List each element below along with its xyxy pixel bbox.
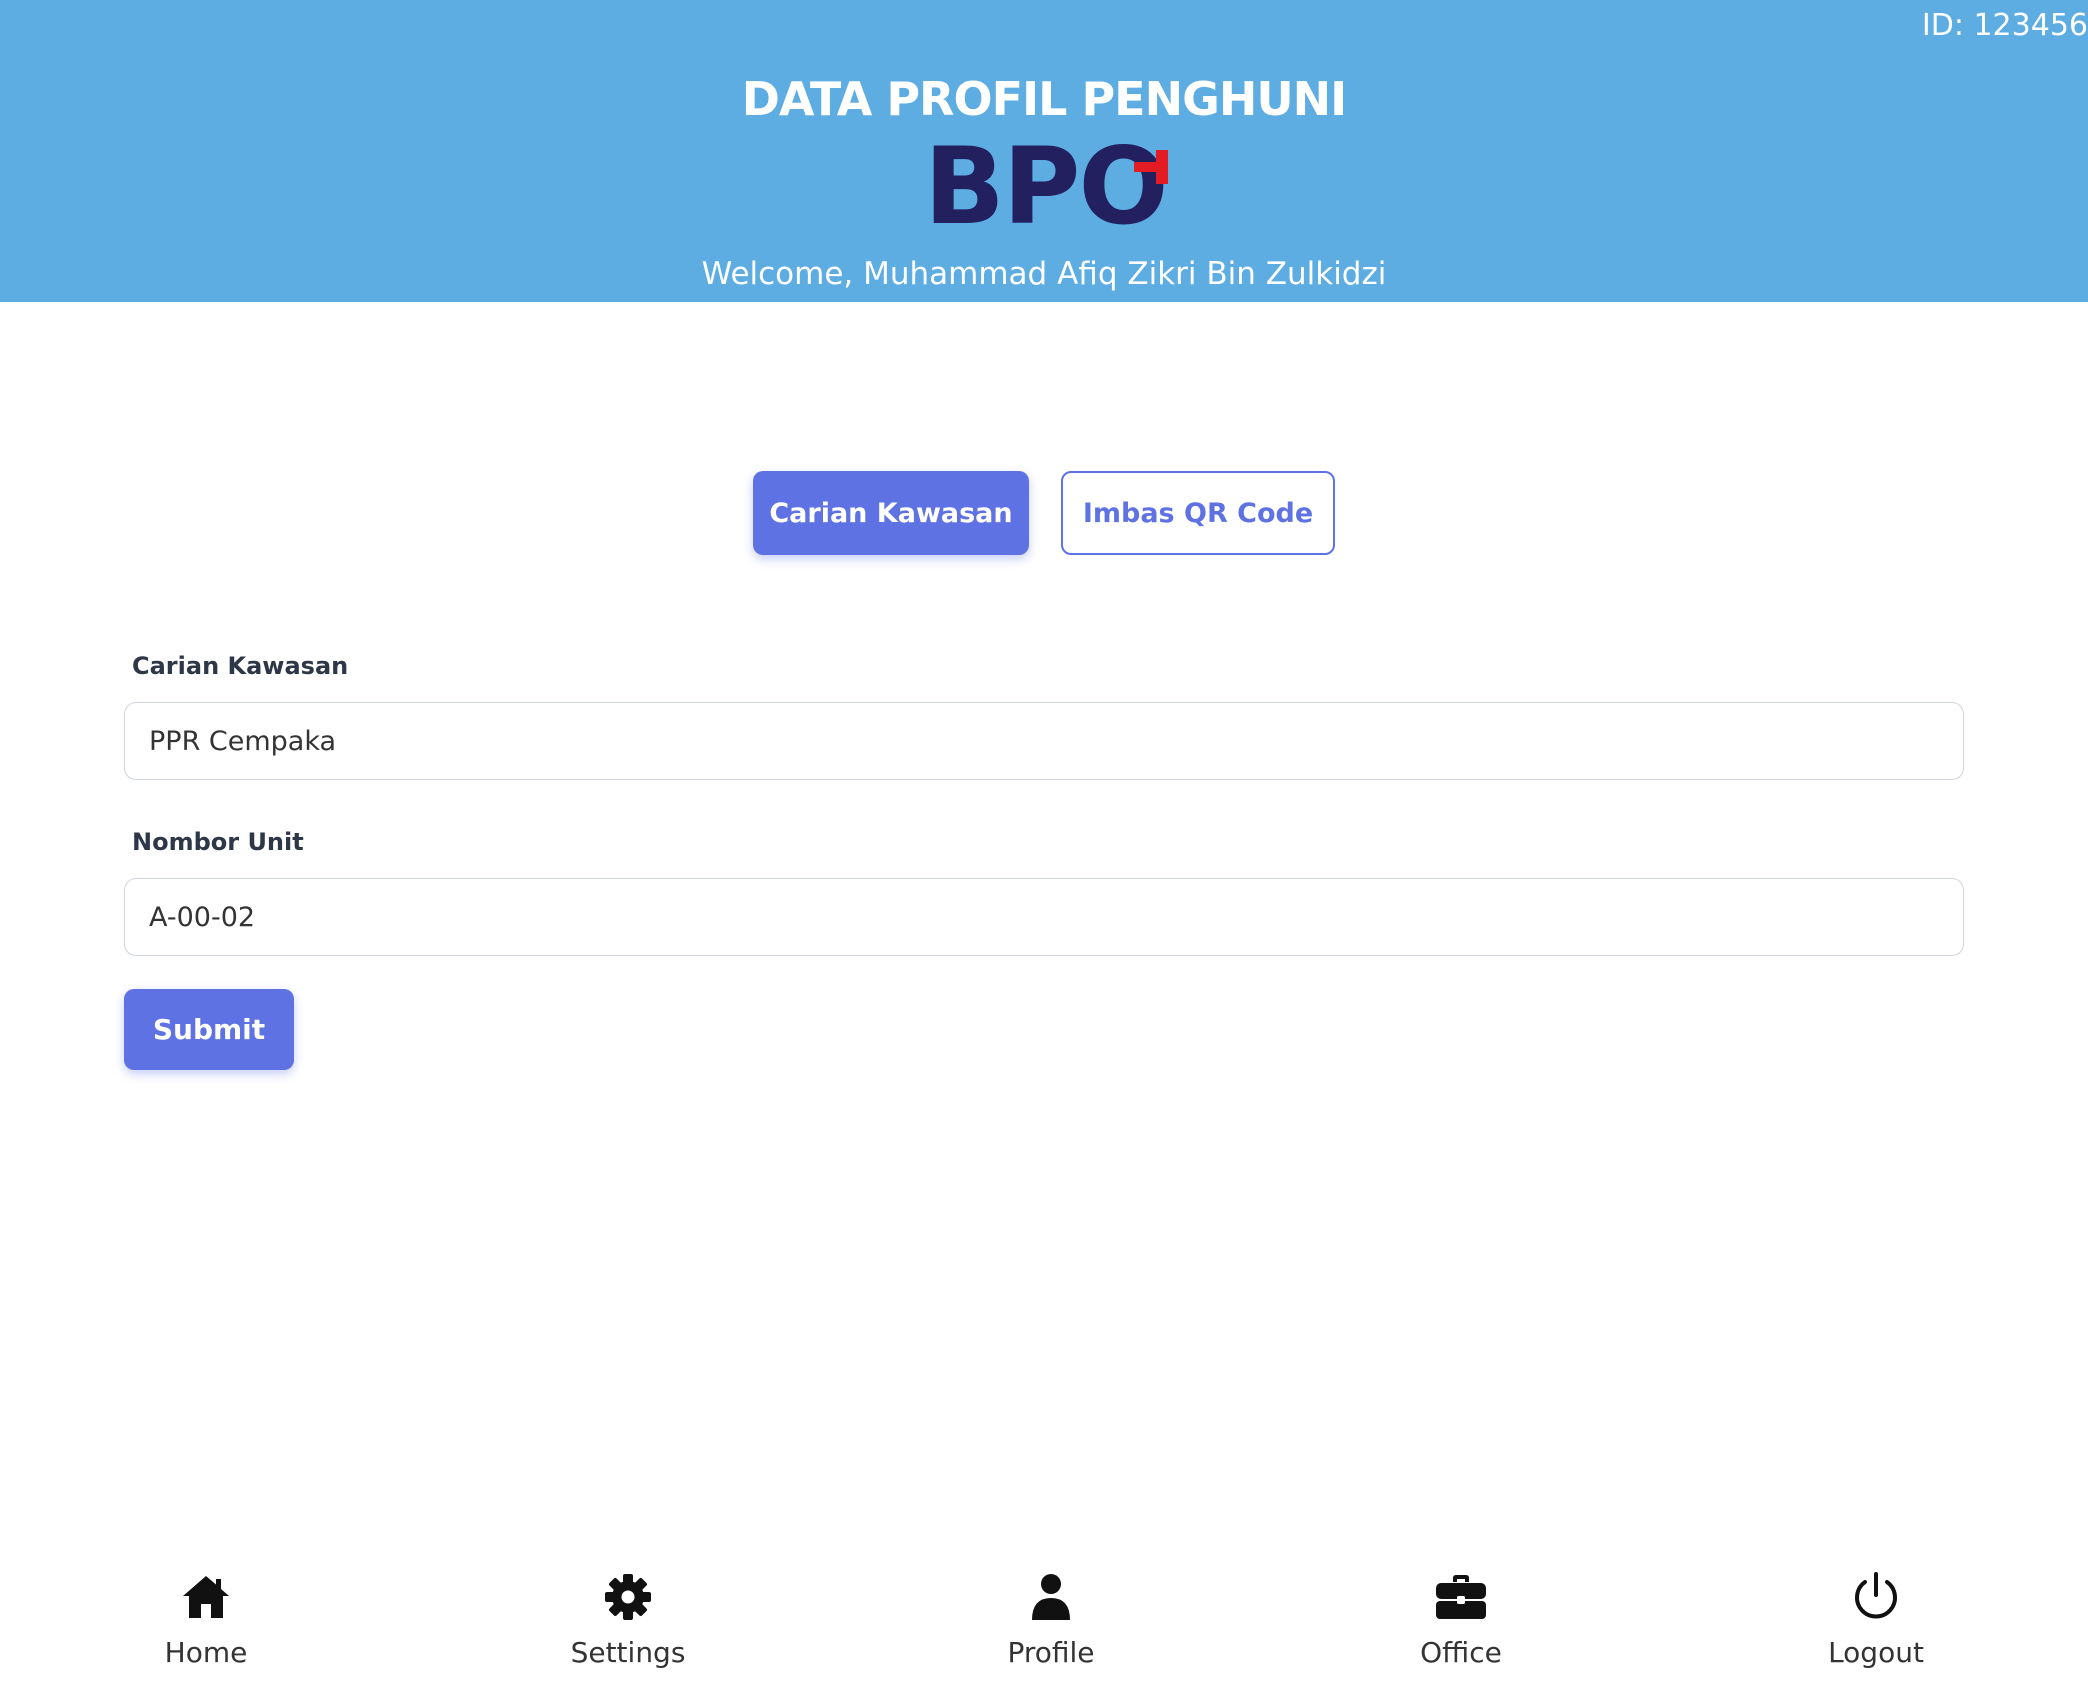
gear-icon: [605, 1574, 651, 1620]
nav-label-profile: Profile: [1007, 1636, 1095, 1669]
page-title: DATA PROFIL PENGHUNI: [741, 72, 1348, 126]
logo-accent-icon: [1134, 150, 1168, 184]
unit-label: Nombor Unit: [132, 828, 304, 856]
home-icon: [183, 1576, 229, 1618]
bottom-nav: Home Settings Profile Office Logout: [0, 1570, 2088, 1690]
nav-item-logout[interactable]: Logout: [1756, 1570, 1996, 1669]
nav-label-office: Office: [1420, 1636, 1502, 1669]
briefcase-icon: [1436, 1575, 1486, 1619]
power-icon: [1855, 1572, 1897, 1619]
submit-button[interactable]: Submit: [124, 989, 294, 1070]
area-label: Carian Kawasan: [132, 652, 349, 680]
nav-label-logout: Logout: [1828, 1636, 1924, 1669]
tab-imbas-qr-code[interactable]: Imbas QR Code: [1061, 471, 1335, 555]
nav-label-home: Home: [164, 1636, 248, 1669]
nav-item-office[interactable]: Office: [1341, 1570, 1581, 1669]
user-id: ID: 123456: [1921, 8, 2088, 43]
header: ID: 123456 DATA PROFIL PENGHUNI BPO Welc…: [0, 0, 2088, 302]
user-icon: [1032, 1574, 1070, 1620]
nav-label-settings: Settings: [570, 1636, 686, 1669]
area-input[interactable]: [124, 702, 1964, 780]
bpo-logo: BPO: [924, 134, 1169, 240]
tab-carian-kawasan[interactable]: Carian Kawasan: [753, 471, 1029, 555]
welcome-message: Welcome, Muhammad Afiq Zikri Bin Zulkidz…: [701, 256, 1387, 292]
nav-item-profile[interactable]: Profile: [931, 1570, 1171, 1669]
nav-item-settings[interactable]: Settings: [508, 1570, 748, 1669]
nav-item-home[interactable]: Home: [86, 1570, 326, 1669]
unit-input[interactable]: [124, 878, 1964, 956]
